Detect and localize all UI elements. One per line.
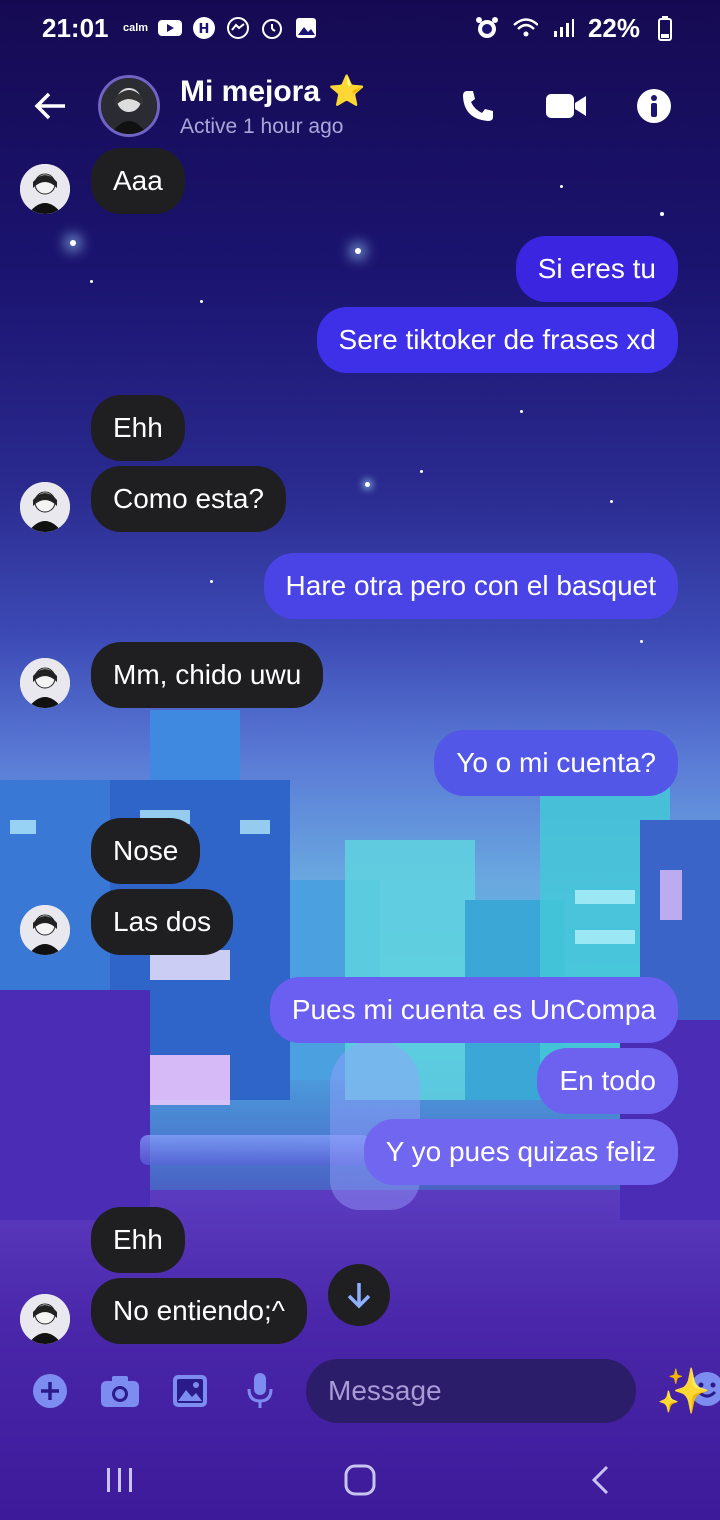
microphone-icon — [247, 1373, 273, 1408]
signal-icon — [550, 15, 576, 41]
arrow-down-icon — [347, 1283, 371, 1309]
youtube-icon — [157, 15, 183, 41]
info-icon — [637, 89, 671, 123]
camera-icon — [101, 1376, 139, 1407]
message-bubble-outgoing[interactable]: En todo — [537, 1048, 678, 1114]
message-bubble-incoming[interactable]: Las dos — [91, 889, 234, 955]
message-input-wrapper — [306, 1359, 720, 1423]
message-bubble-outgoing[interactable]: Si eres tu — [515, 236, 678, 302]
message-bubble-outgoing[interactable]: Hare otra pero con el basquet — [263, 553, 678, 619]
alarm-icon — [474, 15, 500, 41]
svg-text:H: H — [198, 22, 209, 37]
message-input[interactable] — [328, 1375, 689, 1407]
home-button[interactable] — [330, 1450, 390, 1510]
gallery-icon — [293, 15, 319, 41]
sparkles-emoji-button[interactable]: ✨ — [656, 1365, 711, 1417]
message-bubble-incoming[interactable]: Como esta? — [91, 466, 286, 532]
calm-icon: calm — [122, 22, 149, 34]
camera-button[interactable] — [100, 1371, 140, 1411]
recents-icon — [107, 1468, 132, 1492]
message-bubble-incoming[interactable]: No entiendo;^ — [91, 1278, 307, 1344]
contact-avatar[interactable] — [98, 75, 160, 137]
battery-percent: 22% — [587, 12, 640, 43]
status-bar: 21:01 calm H 22% — [0, 0, 720, 56]
home-icon — [344, 1464, 376, 1496]
system-navigation-bar — [0, 1440, 720, 1520]
recent-apps-button[interactable] — [90, 1450, 150, 1510]
phone-icon — [463, 91, 493, 121]
voice-call-button[interactable] — [456, 84, 500, 128]
sender-avatar[interactable] — [20, 658, 70, 708]
message-bubble-incoming[interactable]: Nose — [91, 818, 201, 884]
star-emoji: ⭐ — [328, 74, 366, 108]
status-time: 21:01 — [42, 12, 109, 43]
message-bubble-incoming[interactable]: Mm, chido uwu — [91, 642, 324, 708]
sender-avatar[interactable] — [20, 482, 70, 532]
hack-icon: H — [191, 15, 217, 41]
sender-avatar[interactable] — [20, 164, 70, 214]
message-bubble-outgoing[interactable]: Sere tiktoker de frases xd — [316, 307, 678, 373]
message-bubble-incoming[interactable]: Ehh — [91, 395, 185, 461]
chevron-left-icon — [591, 1465, 609, 1495]
back-button[interactable] — [30, 86, 70, 126]
message-bubble-incoming[interactable]: Aaa — [91, 148, 185, 214]
contact-info[interactable]: Mi mejora ⭐ Active 1 hour ago — [180, 74, 366, 139]
gallery-button[interactable] — [170, 1371, 210, 1411]
sender-avatar[interactable] — [20, 905, 70, 955]
info-button[interactable] — [632, 84, 676, 128]
scroll-to-bottom-button[interactable] — [328, 1264, 390, 1326]
contact-status: Active 1 hour ago — [180, 114, 344, 138]
image-icon — [173, 1375, 207, 1407]
contact-name: Mi mejora — [180, 74, 321, 108]
video-call-button[interactable] — [544, 84, 588, 128]
message-bubble-outgoing[interactable]: Y yo pues quizas feliz — [363, 1119, 678, 1185]
voice-message-button[interactable] — [240, 1371, 280, 1411]
message-bubble-outgoing[interactable]: Yo o mi cuenta? — [434, 730, 678, 796]
plus-icon — [33, 1374, 67, 1408]
video-camera-icon — [546, 94, 586, 118]
message-bubble-incoming[interactable]: Ehh — [91, 1207, 185, 1273]
system-back-button[interactable] — [570, 1450, 630, 1510]
message-composer: ✨ — [0, 1356, 720, 1426]
sender-avatar[interactable] — [20, 1294, 70, 1344]
more-actions-button[interactable] — [30, 1371, 70, 1411]
arrow-left-icon — [34, 92, 65, 120]
contact-name-row: Mi mejora ⭐ — [180, 74, 366, 109]
chat-header: Mi mejora ⭐ Active 1 hour ago — [0, 60, 720, 152]
message-bubble-outgoing[interactable]: Pues mi cuenta es UnCompa — [269, 977, 678, 1043]
battery-icon — [652, 15, 678, 41]
messenger-icon — [225, 15, 251, 41]
wifi-icon — [512, 15, 538, 41]
alarm-icon — [259, 15, 285, 41]
